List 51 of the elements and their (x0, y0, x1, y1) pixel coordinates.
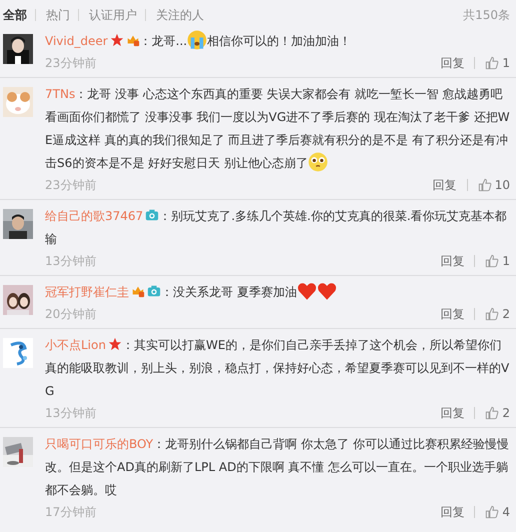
filter-tab[interactable]: 认证用户 (89, 6, 145, 24)
username-link[interactable]: 冠军打野崔仁圭 (45, 285, 129, 299)
comment-text: Vivid_deer ：龙哥... 相信你可以的！加油加油！ (45, 30, 510, 53)
like-count: 4 (502, 505, 510, 519)
thumbs-up-icon (485, 254, 500, 268)
timestamp: 23分钟前 (45, 54, 96, 72)
comment-text: 只喝可口可乐的BOY：龙哥别什么锅都自己背啊 你太急了 你可以通过比赛积累经验慢慢改。但是这个AD真的刷新了LPL AD的下限啊 真不懂 怎么可以一直在。一个职业选手躺都不会躺。哎 (45, 436, 510, 499)
filter-tab[interactable]: 全部 (3, 6, 35, 24)
reply-link[interactable]: 回复 (440, 54, 464, 72)
crying-face-icon (187, 30, 208, 50)
like-count: 2 (502, 307, 510, 321)
thumbs-up-icon (478, 178, 492, 192)
thumbs-up-icon (485, 307, 500, 321)
like-button[interactable]: 10 (478, 178, 510, 192)
thumbs-up-icon (485, 406, 500, 420)
filter-tab[interactable]: 热门 (46, 6, 78, 24)
like-button[interactable]: 4 (485, 505, 510, 519)
username-link[interactable]: 7TNs (45, 87, 76, 101)
like-button[interactable]: 1 (485, 254, 510, 268)
like-button[interactable]: 2 (485, 307, 510, 321)
thumbs-up-icon (485, 505, 500, 519)
reply-link[interactable]: 回复 (440, 306, 464, 322)
heart-icon (296, 281, 317, 301)
reply-link[interactable]: 回复 (440, 252, 464, 270)
comment-text: 7TNs：龙哥 没事 心态这个东西真的重要 失误大家都会有 就吃一堑长一智 愈战越勇吧看画面你们都慌了 没事没事 我们一度以为VG进不了季后赛的 现在淘汰了老干爹 还把WE逼成这样 真的真的我们很知足了 而且进了季后赛就有积分的是不是 有了积分还是有冲击S6的资本是不是 好好安慰日天 别让他心态崩了 (45, 86, 510, 174)
timestamp: 17分钟前 (45, 504, 96, 520)
like-button[interactable]: 2 (485, 406, 510, 420)
thumbs-up-icon (485, 56, 500, 70)
like-count: 10 (494, 178, 510, 192)
comment-count: 共150条 (463, 6, 510, 24)
timestamp: 23分钟前 (45, 176, 96, 194)
reply-link[interactable]: 回复 (440, 404, 464, 422)
timestamp: 20分钟前 (45, 306, 96, 322)
username-link[interactable]: 给自己的歌37467 (45, 209, 144, 223)
username-link[interactable]: 小不点Lion (45, 338, 106, 352)
like-count: 1 (502, 254, 510, 268)
pleading-face-icon (308, 152, 328, 172)
like-count: 2 (502, 406, 510, 420)
reply-link[interactable]: 回复 (440, 504, 464, 520)
timestamp: 13分钟前 (45, 252, 96, 270)
timestamp: 13分钟前 (45, 404, 96, 422)
filter-tab[interactable]: 关注的人 (156, 6, 212, 24)
comment-text: 小不点Lion ：其实可以打赢WE的，是你们自己亲手丢掉了这个机会，所以希望你们真的能吸取教训，别上头，别浪，稳点打，保持好心态，希望夏季赛可以见到不一样的VG (45, 336, 510, 400)
comment-text: 冠军打野崔仁圭 ：没关系龙哥 夏季赛加油 (45, 281, 510, 304)
heart-icon (316, 281, 337, 301)
username-link[interactable]: 只喝可口可乐的BOY (45, 437, 154, 451)
comment-text: 给自己的歌37467 ：别玩艾克了.多练几个英雄.你的艾克真的很菜.看你玩艾克基本都输 (45, 207, 508, 248)
reply-link[interactable]: 回复 (432, 176, 457, 194)
username-link[interactable]: Vivid_deer (45, 34, 108, 48)
like-count: 1 (502, 56, 510, 70)
like-button[interactable]: 1 (485, 56, 510, 70)
